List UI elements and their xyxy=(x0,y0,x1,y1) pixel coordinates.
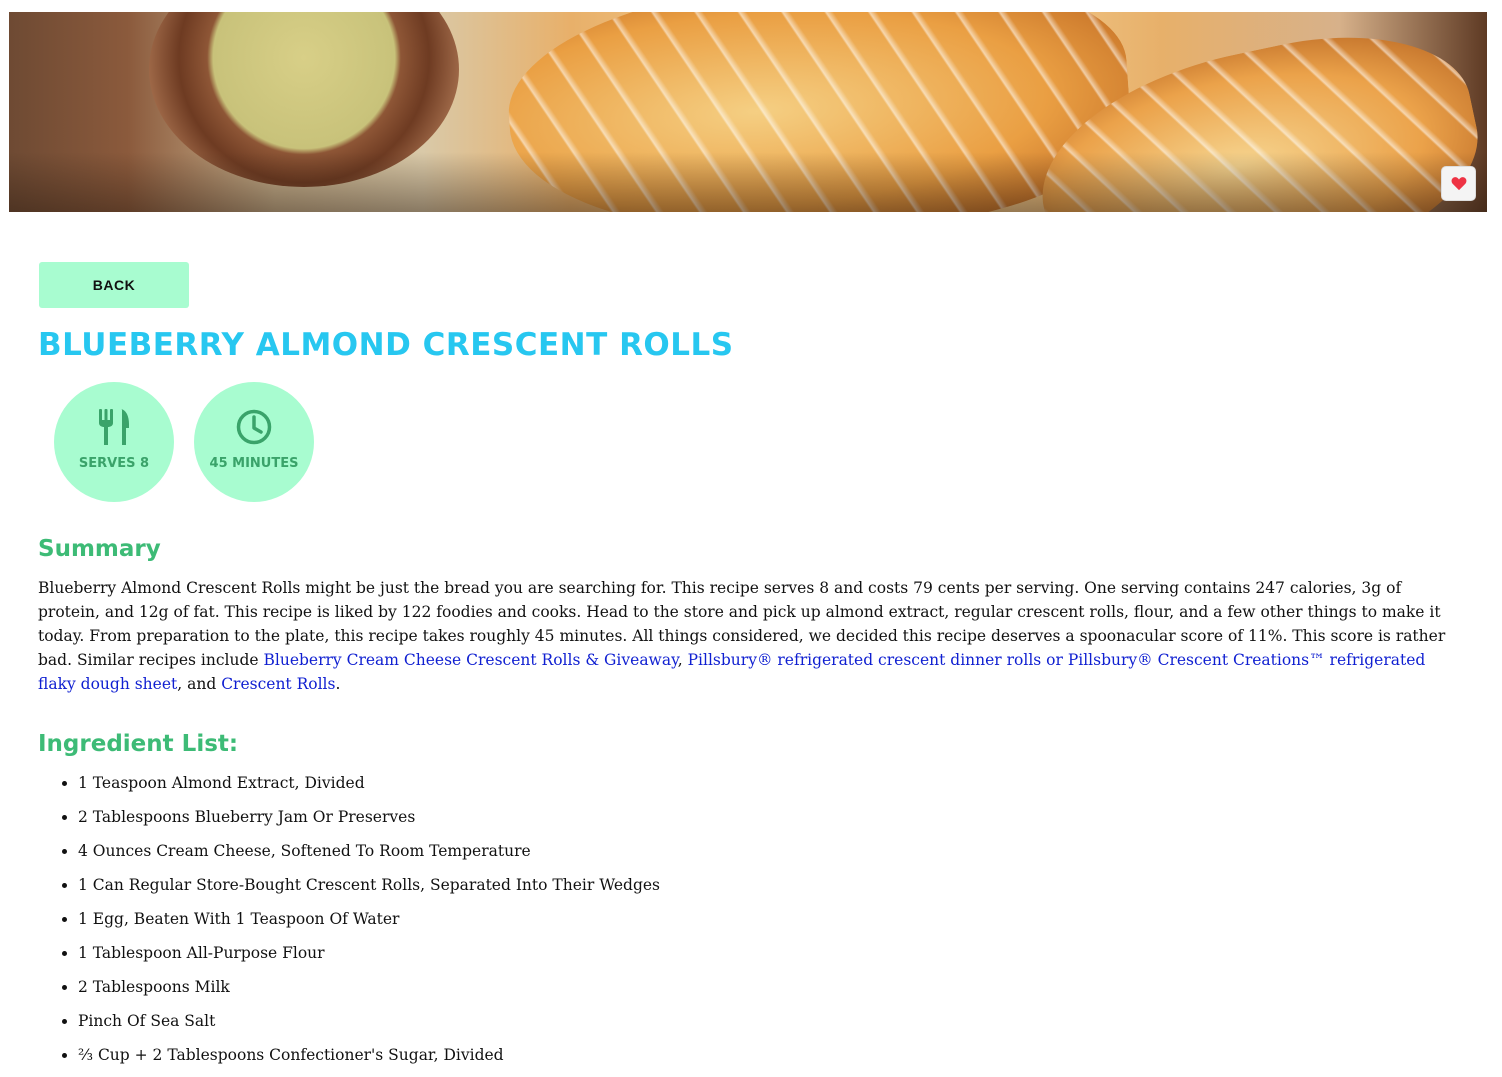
summary-heading: Summary xyxy=(38,536,161,562)
similar-recipe-link[interactable]: Blueberry Cream Cheese Crescent Rolls & … xyxy=(263,651,677,669)
hero-shade xyxy=(9,152,1487,212)
hero-image xyxy=(9,12,1487,212)
ingredient-item: 1 Egg, Beaten With 1 Teaspoon Of Water xyxy=(78,907,660,941)
ingredient-item: 2 Tablespoons Milk xyxy=(78,975,660,1009)
favorite-button[interactable] xyxy=(1441,166,1476,201)
summary-text: Blueberry Almond Crescent Rolls might be… xyxy=(38,576,1458,696)
summary-separator: , xyxy=(677,651,688,669)
heart-icon xyxy=(1451,177,1466,191)
ingredient-list: 1 Teaspoon Almond Extract, Divided 2 Tab… xyxy=(38,771,660,1077)
ingredient-item: 2 Tablespoons Blueberry Jam Or Preserves xyxy=(78,805,660,839)
ingredient-item: Pinch Of Sea Salt xyxy=(78,1009,660,1043)
ingredient-heading: Ingredient List: xyxy=(38,731,239,757)
time-badge: 45 MINUTES xyxy=(194,382,314,502)
utensils-icon xyxy=(99,408,129,445)
serves-label: SERVES 8 xyxy=(78,455,150,471)
clock-icon xyxy=(236,409,272,444)
back-button[interactable]: BACK xyxy=(39,262,189,308)
ingredient-item: 4 Ounces Cream Cheese, Softened To Room … xyxy=(78,839,660,873)
summary-separator: , and xyxy=(177,675,222,693)
summary-end: . xyxy=(335,675,341,693)
ingredient-item: 1 Teaspoon Almond Extract, Divided xyxy=(78,771,660,805)
ingredient-item: 1 Can Regular Store-Bought Crescent Roll… xyxy=(78,873,660,907)
similar-recipe-link[interactable]: Crescent Rolls xyxy=(221,675,335,693)
recipe-title: BLUEBERRY ALMOND CRESCENT ROLLS xyxy=(38,327,734,363)
time-label: 45 MINUTES xyxy=(209,455,299,471)
serves-badge: SERVES 8 xyxy=(54,382,174,502)
ingredient-item: 1 Tablespoon All-Purpose Flour xyxy=(78,941,660,975)
ingredient-item: ⅔ Cup + 2 Tablespoons Confectioner's Sug… xyxy=(78,1043,660,1077)
